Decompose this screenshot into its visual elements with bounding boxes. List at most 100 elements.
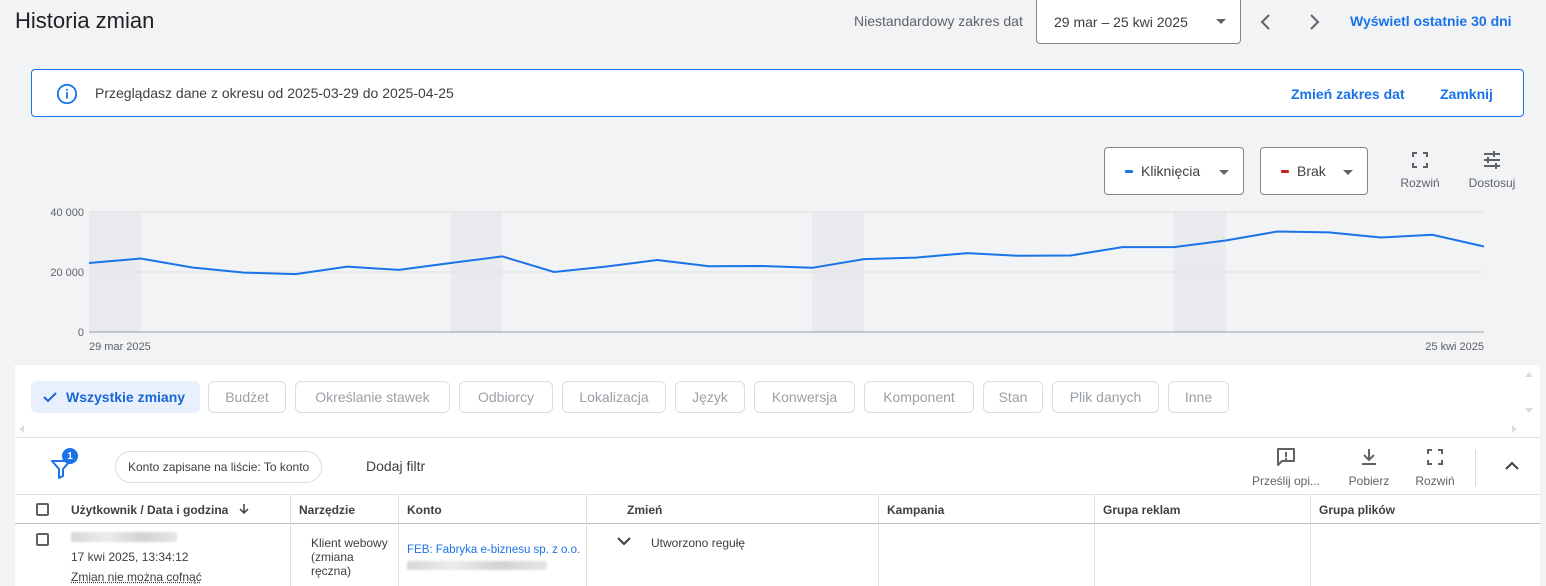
date-range-picker[interactable]: 29 mar – 25 kwi 2025 <box>1036 0 1241 44</box>
account-cell: FEB: Fabryka e-biznesu sp. z o.o. <box>399 524 587 586</box>
table-row: 17 kwi 2025, 13:34:12 Zmian nie można co… <box>15 524 1540 586</box>
next-period-button[interactable] <box>1302 10 1326 34</box>
data-point[interactable] <box>966 252 969 255</box>
chevron-down-icon <box>1219 170 1229 175</box>
metric2-label: Brak <box>1297 163 1326 179</box>
chart-customize-button[interactable]: Dostosuj <box>1462 150 1522 190</box>
data-point[interactable] <box>604 265 607 268</box>
asset-group-cell <box>1311 524 1540 586</box>
data-point[interactable] <box>398 268 401 271</box>
filter-chip-3[interactable]: Określanie stawek <box>295 381 450 413</box>
data-point[interactable] <box>243 271 246 274</box>
data-point[interactable] <box>1121 246 1124 249</box>
table-expand-label: Rozwiń <box>1415 474 1455 488</box>
y-tick-label: 20 000 <box>50 267 84 279</box>
filter-chip-5[interactable]: Lokalizacja <box>562 381 666 413</box>
chevron-down-icon <box>1216 19 1226 24</box>
close-banner-link[interactable]: Zamknij <box>1440 86 1493 102</box>
filter-chip-label: Język <box>692 389 728 405</box>
chevron-up-icon[interactable] <box>1501 455 1523 477</box>
data-point[interactable] <box>1431 233 1434 236</box>
filter-chip-10[interactable]: Plik danych <box>1052 381 1159 413</box>
send-feedback-button[interactable]: Prześlij opi... <box>1249 446 1323 488</box>
column-header-campaign[interactable]: Kampania <box>879 495 1095 525</box>
filter-chip-8[interactable]: Komponent <box>864 381 974 413</box>
data-point[interactable] <box>1018 254 1021 257</box>
data-point[interactable] <box>811 266 814 269</box>
table-expand-button[interactable]: Rozwiń <box>1411 446 1459 488</box>
filter-chip-11[interactable]: Inne <box>1168 381 1229 413</box>
data-point[interactable] <box>1328 231 1331 234</box>
x-start-label: 29 mar 2025 <box>89 341 151 353</box>
redacted-account-id <box>407 561 547 570</box>
metric1-dropdown[interactable]: Kliknięcia <box>1104 147 1244 195</box>
select-all-checkbox[interactable] <box>36 503 49 516</box>
data-point[interactable] <box>1224 239 1227 242</box>
data-point[interactable] <box>914 256 917 259</box>
cannot-undo-note[interactable]: Zmian nie można cofnąć <box>71 570 202 584</box>
data-point[interactable] <box>759 265 762 268</box>
banner-message: Przeglądasz dane z okresu od 2025-03-29 … <box>95 85 454 101</box>
change-cell: Utworzono regułę <box>587 524 879 586</box>
add-filter-button[interactable]: Dodaj filtr <box>366 458 425 474</box>
change-date-range-link[interactable]: Zmień zakres dat <box>1291 86 1405 102</box>
table-header: Użytkownik / Data i godzina Narzędzie Ko… <box>15 494 1540 525</box>
column-header-asset-group[interactable]: Grupa plików <box>1311 495 1540 525</box>
filter-chip-7[interactable]: Konwersja <box>754 381 855 413</box>
chevron-right-icon <box>1310 14 1320 30</box>
filter-chip-label: Plik danych <box>1069 389 1142 405</box>
data-point[interactable] <box>1276 230 1279 233</box>
clicks-line-chart: 0 20 000 40 000 29 mar 2025 25 kwi 2025 <box>50 207 1486 353</box>
scroll-down-icon[interactable] <box>1525 408 1533 413</box>
expand-row-chevron-icon[interactable] <box>614 531 634 551</box>
previous-period-button[interactable] <box>1254 10 1278 34</box>
scroll-up-icon[interactable] <box>1525 372 1533 377</box>
data-point[interactable] <box>1173 246 1176 249</box>
data-point[interactable] <box>139 257 142 260</box>
data-point[interactable] <box>88 262 91 265</box>
scroll-right-icon[interactable] <box>1512 425 1517 433</box>
metric2-dropdown[interactable]: Brak <box>1260 147 1368 195</box>
data-point[interactable] <box>553 271 556 274</box>
filter-chip-6[interactable]: Język <box>675 381 745 413</box>
data-point[interactable] <box>449 262 452 265</box>
column-header-label: Użytkownik / Data i godzina <box>71 503 229 517</box>
column-header-tool[interactable]: Narzędzie <box>291 495 399 525</box>
column-header-account[interactable]: Konto <box>399 495 587 525</box>
check-icon <box>43 392 57 403</box>
row-checkbox[interactable] <box>36 533 49 546</box>
column-header-ad-group[interactable]: Grupa reklam <box>1095 495 1311 525</box>
data-point[interactable] <box>1483 245 1486 248</box>
date-range-type-label: Niestandardowy zakres dat <box>854 13 1023 29</box>
data-point[interactable] <box>656 259 659 262</box>
data-point[interactable] <box>863 258 866 261</box>
column-header-user-datetime[interactable]: Użytkownik / Data i godzina <box>63 495 291 525</box>
saved-account-filter-chip[interactable]: Konto zapisane na liście: To konto <box>115 451 323 483</box>
filter-chip-2[interactable]: Budżet <box>208 381 286 413</box>
y-tick-label: 0 <box>78 327 84 339</box>
account-link[interactable]: FEB: Fabryka e-biznesu sp. z o.o. <box>407 544 580 556</box>
data-point[interactable] <box>294 273 297 276</box>
chart-expand-label: Rozwiń <box>1400 176 1440 190</box>
chart-expand-button[interactable]: Rozwiń <box>1390 150 1450 190</box>
data-point[interactable] <box>1069 254 1072 257</box>
fullscreen-icon <box>1412 152 1428 168</box>
y-tick-label: 40 000 <box>50 207 84 219</box>
download-button[interactable]: Pobierz <box>1343 446 1395 488</box>
column-header-change[interactable]: Zmień <box>587 495 879 525</box>
last-30-days-link[interactable]: Wyświetl ostatnie 30 dni <box>1350 13 1512 29</box>
data-point[interactable] <box>1379 236 1382 239</box>
data-point[interactable] <box>708 265 711 268</box>
filter-chip-1[interactable]: Wszystkie zmiany <box>31 381 200 413</box>
data-point[interactable] <box>191 266 194 269</box>
scroll-left-icon[interactable] <box>19 425 24 433</box>
filter-chip-9[interactable]: Stan <box>983 381 1043 413</box>
data-point[interactable] <box>501 255 504 258</box>
chevron-down-icon <box>1343 170 1353 175</box>
ad-group-cell <box>1095 524 1311 586</box>
chart-customize-label: Dostosuj <box>1468 176 1516 190</box>
filter-chip-4[interactable]: Odbiorcy <box>459 381 553 413</box>
data-point[interactable] <box>346 265 349 268</box>
change-history-page: Historia zmian Niestandardowy zakres dat… <box>0 0 1546 586</box>
info-icon <box>56 83 78 105</box>
